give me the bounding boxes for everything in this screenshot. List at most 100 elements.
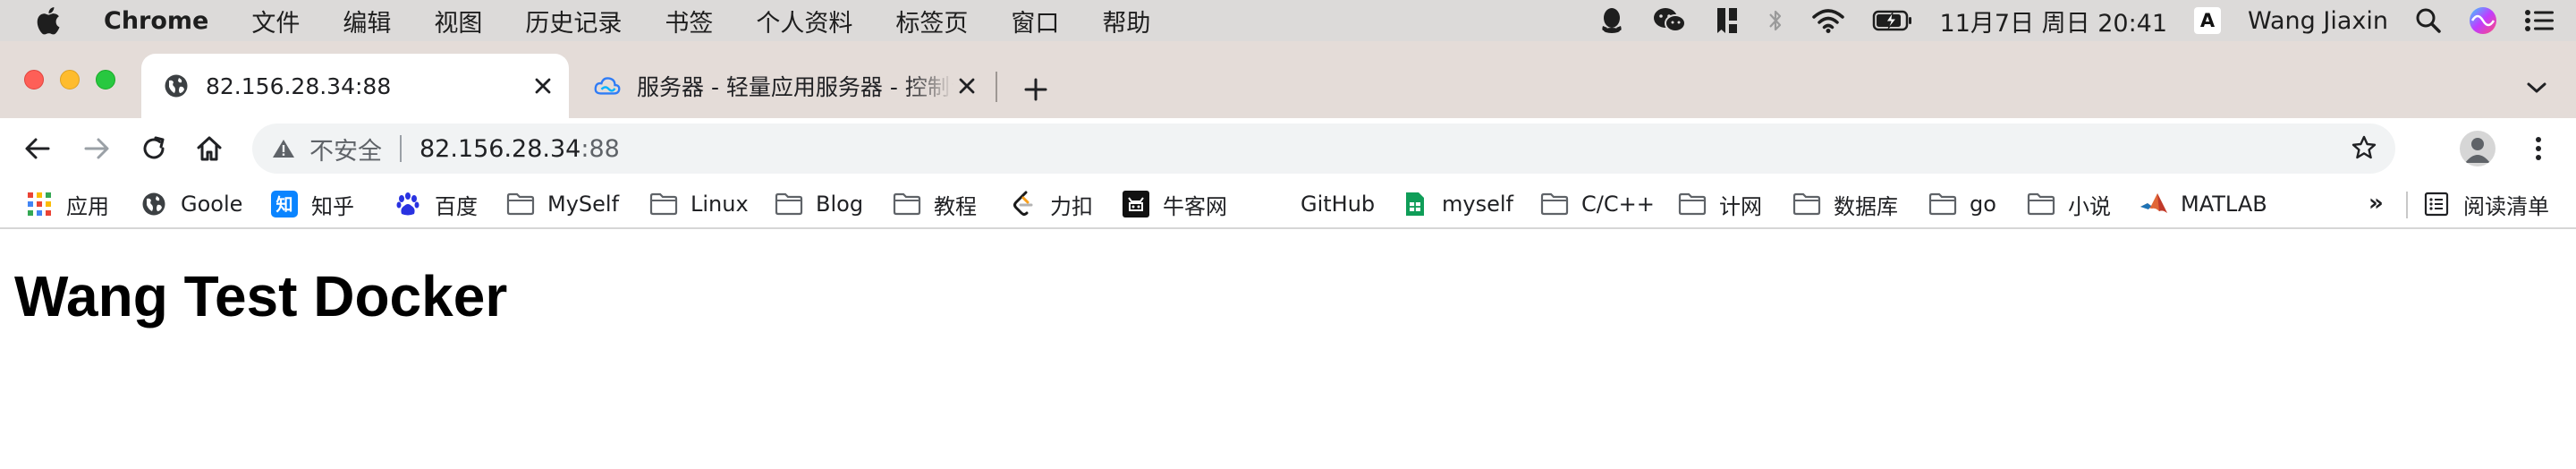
menu-file[interactable]: 文件 xyxy=(251,4,300,38)
user-name[interactable]: Wang Jiaxin xyxy=(2248,7,2388,35)
url-port[interactable]: :88 xyxy=(580,135,619,163)
bookmark-label: myself xyxy=(1442,192,1513,217)
apps-grid-icon xyxy=(25,190,54,218)
folder-icon xyxy=(2027,190,2055,218)
macos-menu-bar: Chrome 文件 编辑 视图 历史记录 书签 个人资料 标签页 窗口 帮助 1… xyxy=(0,0,2576,41)
folder-icon xyxy=(649,190,678,218)
spotlight-search-icon[interactable] xyxy=(2415,7,2442,34)
nowcoder-icon xyxy=(1122,190,1150,218)
bookmark-app-icon[interactable] xyxy=(1715,6,1740,35)
menu-view[interactable]: 视图 xyxy=(434,4,482,38)
bookmark-myself-sheet[interactable]: myself xyxy=(1401,186,1513,222)
sheets-icon xyxy=(1401,190,1429,218)
tab-active[interactable]: 82.156.28.34:88 xyxy=(141,54,569,118)
window-close-button[interactable] xyxy=(24,70,44,90)
bookmark-label: 应用 xyxy=(66,193,109,219)
home-icon[interactable] xyxy=(193,132,225,165)
more-vertical-icon[interactable] xyxy=(2522,132,2555,165)
control-center-icon[interactable] xyxy=(2524,9,2555,32)
bookmark-folder-myself[interactable]: MySelf xyxy=(506,186,619,222)
reload-icon[interactable] xyxy=(138,132,170,165)
folder-icon xyxy=(775,190,803,218)
url-host[interactable]: 82.156.28.34 xyxy=(419,135,580,163)
more-bookmarks-chevron-icon[interactable]: » xyxy=(2368,190,2384,217)
bookmark-label: Goole xyxy=(181,192,243,217)
tab-search-chevron-down-icon[interactable] xyxy=(2522,73,2551,102)
menu-tab[interactable]: 标签页 xyxy=(895,4,968,38)
wifi-icon[interactable] xyxy=(1811,7,1845,34)
bookmark-folder-linux[interactable]: Linux xyxy=(649,186,749,222)
back-arrow-icon[interactable] xyxy=(21,132,54,165)
forward-arrow-icon[interactable] xyxy=(80,132,113,165)
wechat-icon[interactable] xyxy=(1652,6,1688,35)
bookmark-folder-cpp[interactable]: C/C++ xyxy=(1540,186,1655,222)
page-heading: Wang Test Docker xyxy=(14,264,508,328)
battery-charging-icon[interactable] xyxy=(1872,9,1913,32)
bookmark-label: 力扣 xyxy=(1050,193,1093,219)
bookmark-baidu[interactable]: 百度 xyxy=(394,186,478,222)
menu-app-chrome[interactable]: Chrome xyxy=(104,7,208,35)
tab-inactive[interactable]: 服务器 - 轻量应用服务器 - 控制台 xyxy=(572,54,993,118)
bookmark-folder-tutorials[interactable]: 教程 xyxy=(893,186,977,222)
folder-icon xyxy=(1540,190,1569,218)
bluetooth-icon[interactable] xyxy=(1767,6,1784,35)
github-icon xyxy=(1259,190,1288,218)
reading-list-button[interactable]: 阅读清单 xyxy=(2422,186,2549,222)
svg-text:知: 知 xyxy=(275,194,292,215)
profile-avatar[interactable] xyxy=(2460,131,2496,166)
folder-icon xyxy=(893,190,921,218)
menu-help[interactable]: 帮助 xyxy=(1102,4,1150,38)
cloud-icon xyxy=(594,72,621,99)
bookmark-folder-go[interactable]: go xyxy=(1928,186,1996,222)
menu-profiles[interactable]: 个人资料 xyxy=(756,4,852,38)
input-method-icon[interactable]: A xyxy=(2194,7,2222,34)
folder-icon xyxy=(1792,190,1821,218)
bookmark-folder-novels[interactable]: 小说 xyxy=(2027,186,2111,222)
bookmark-label: MATLAB xyxy=(2181,192,2267,217)
page-viewport: Wang Test Docker xyxy=(0,231,2576,469)
address-bar[interactable]: 不安全 82.156.28.34:88 xyxy=(252,124,2395,174)
apple-logo-icon[interactable] xyxy=(36,6,63,35)
bookmark-leetcode[interactable]: 力扣 xyxy=(1009,186,1093,222)
globe-icon xyxy=(163,72,190,99)
tab-close-icon[interactable] xyxy=(530,72,556,99)
bookmark-apps[interactable]: 应用 xyxy=(25,186,109,222)
menu-window[interactable]: 窗口 xyxy=(1011,4,1059,38)
bookmark-label: 牛客网 xyxy=(1163,193,1227,219)
clock-datetime[interactable]: 11月7日 周日 20:41 xyxy=(1940,4,2168,38)
bookmark-folder-networking[interactable]: 计网 xyxy=(1678,186,1762,222)
tab-strip: 82.156.28.34:88 服务器 - 轻量应用服务器 - 控制台 xyxy=(0,41,2576,118)
window-zoom-button[interactable] xyxy=(96,70,115,90)
folder-icon xyxy=(1928,190,1957,218)
new-tab-plus-icon[interactable] xyxy=(1018,72,1054,107)
bookmarks-separator xyxy=(2406,192,2408,218)
bookmark-label: GitHub xyxy=(1301,192,1376,217)
menu-history[interactable]: 历史记录 xyxy=(525,4,622,38)
matlab-icon xyxy=(2140,190,2168,218)
bookmark-zhihu[interactable]: 知 知乎 xyxy=(270,186,354,222)
bookmark-nowcoder[interactable]: 牛客网 xyxy=(1122,186,1227,222)
globe-icon xyxy=(140,190,168,218)
menu-edit[interactable]: 编辑 xyxy=(343,4,391,38)
warning-triangle-icon[interactable] xyxy=(272,138,295,159)
tab-close-icon[interactable] xyxy=(953,72,980,99)
bookmark-label: 计网 xyxy=(1719,193,1762,219)
bookmark-label: 数据库 xyxy=(1834,193,1898,219)
leetcode-icon xyxy=(1009,190,1038,218)
bookmark-star-icon[interactable] xyxy=(2351,134,2377,161)
bookmark-matlab[interactable]: MATLAB xyxy=(2140,186,2267,222)
bookmark-label: 小说 xyxy=(2068,193,2111,219)
security-status-label[interactable]: 不安全 xyxy=(309,132,382,166)
bookmark-folder-blog[interactable]: Blog xyxy=(775,186,863,222)
tab-separator xyxy=(996,72,997,102)
qq-icon[interactable] xyxy=(1598,6,1625,35)
bookmark-github[interactable]: GitHub xyxy=(1259,186,1375,222)
zhihu-icon: 知 xyxy=(270,190,299,218)
window-minimize-button[interactable] xyxy=(60,70,80,90)
siri-icon[interactable] xyxy=(2469,6,2497,35)
omnibox-divider xyxy=(400,135,402,162)
bookmark-folder-database[interactable]: 数据库 xyxy=(1792,186,1898,222)
reading-list-label: 阅读清单 xyxy=(2463,193,2549,219)
menu-bookmarks[interactable]: 书签 xyxy=(665,4,713,38)
bookmark-goole[interactable]: Goole xyxy=(140,186,242,222)
